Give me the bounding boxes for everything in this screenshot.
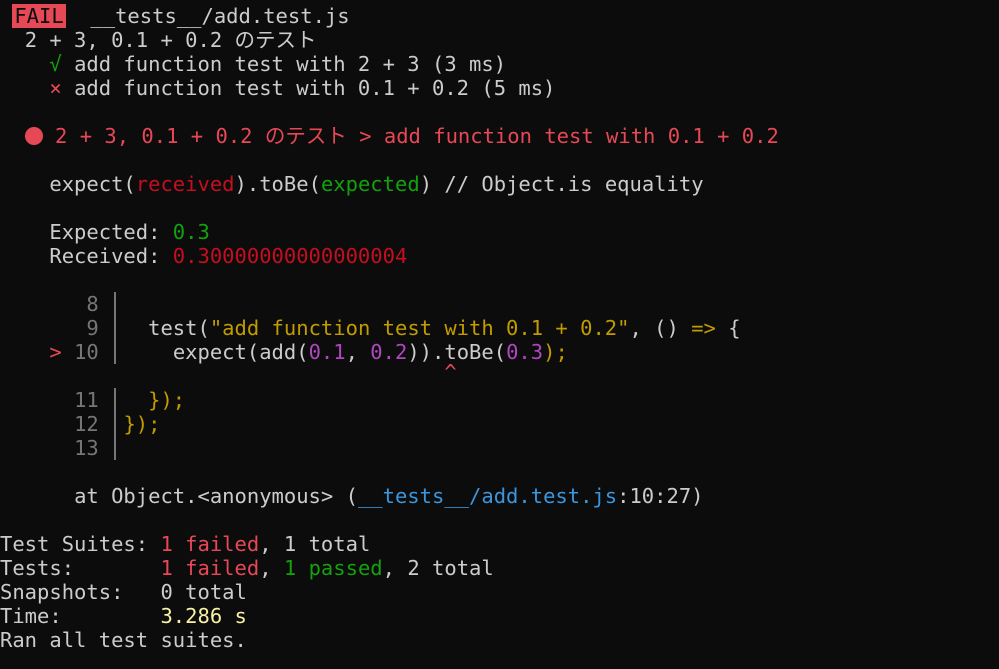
suite-name-line: 2 + 3, 0.1 + 0.2 のテスト <box>0 28 317 52</box>
summary-label: Tests: <box>0 556 161 580</box>
tests-passed: 1 passed <box>283 556 383 580</box>
summary-time: Time: 3.286 s <box>0 604 247 628</box>
code-line: 12 }); <box>0 412 160 436</box>
suites-failed: 1 failed <box>160 532 260 556</box>
expected-label: Expected: <box>49 220 173 244</box>
matcher-hint: expect(received).toBe(expected) // Objec… <box>0 172 704 196</box>
expected-value: 0.3 <box>172 220 210 244</box>
line-number: 11 <box>74 388 99 412</box>
code-line: 9 test("add function test with 0.1 + 0.2… <box>0 316 741 340</box>
code-number: 0.3 <box>506 340 544 364</box>
tests-failed: 1 failed <box>160 556 260 580</box>
time-value: 3.286 s <box>160 604 247 628</box>
summary-label: Snapshots: <box>0 580 161 604</box>
code-token: ); <box>543 340 568 364</box>
line-number: 9 <box>86 316 99 340</box>
check-icon: √ <box>49 52 62 76</box>
error-caret: ^ <box>0 360 457 384</box>
line-number: 13 <box>74 436 99 460</box>
failure-title: 2 + 3, 0.1 + 0.2 のテスト > add function tes… <box>55 124 779 148</box>
code-line: 11 }); <box>0 388 185 412</box>
matcher-suffix: ) // Object.is equality <box>419 172 704 196</box>
suite-name: 2 + 3, 0.1 + 0.2 のテスト <box>24 28 317 52</box>
expected-line: Expected: 0.3 <box>0 220 210 244</box>
code-token: }); <box>148 388 186 412</box>
result-header: FAIL __tests__/add.test.js <box>0 4 350 28</box>
tests-separator: , <box>259 556 284 580</box>
received-value: 0.30000000000000004 <box>172 244 408 268</box>
summary-label: Test Suites: <box>0 532 161 556</box>
code-token: }); <box>123 412 161 436</box>
test-name: add function test with 0.1 + 0.2 (5 ms) <box>74 76 556 100</box>
cross-icon: × <box>49 76 62 100</box>
test-item-failed: × add function test with 0.1 + 0.2 (5 ms… <box>0 76 555 100</box>
snapshots-value: 0 total <box>160 580 247 604</box>
code-line: 13 <box>0 436 99 460</box>
code-string: "add function test with 0.1 + 0.2" <box>209 316 630 340</box>
code-token: test( <box>148 316 210 340</box>
line-number: 12 <box>74 412 99 436</box>
failure-dot-icon <box>24 127 43 145</box>
test-file-path: __tests__/add.test.js <box>90 4 350 28</box>
code-token: { <box>715 316 741 340</box>
test-item-passed: √ add function test with 2 + 3 (3 ms) <box>0 52 506 76</box>
line-number: 8 <box>86 292 99 316</box>
caret-icon: ^ <box>444 360 457 384</box>
summary-suites: Test Suites: 1 failed, 1 total <box>0 532 370 556</box>
failure-title-line: 2 + 3, 0.1 + 0.2 のテスト > add function tes… <box>0 124 779 148</box>
received-line: Received: 0.30000000000000004 <box>0 244 407 268</box>
suites-total: , 1 total <box>259 532 371 556</box>
fail-badge: FAIL <box>12 4 66 28</box>
stack-prefix: at Object.<anonymous> ( <box>74 484 358 508</box>
matcher-prefix: expect( <box>49 172 136 196</box>
code-line: 8 <box>0 292 99 316</box>
stack-location: :10:27) <box>617 484 704 508</box>
code-arrow: => <box>691 316 716 340</box>
matcher-middle: ).toBe( <box>234 172 321 196</box>
summary-tests: Tests: 1 failed, 1 passed, 2 total <box>0 556 494 580</box>
received-label: Received: <box>49 244 173 268</box>
stack-trace-line: at Object.<anonymous> (__tests__/add.tes… <box>0 484 704 508</box>
summary-snapshots: Snapshots: 0 total <box>0 580 247 604</box>
matcher-received: received <box>135 172 235 196</box>
stack-file-link[interactable]: __tests__/add.test.js <box>358 484 617 508</box>
summary-label: Time: <box>0 604 161 628</box>
tests-total: , 2 total <box>382 556 494 580</box>
code-token: , () <box>629 316 692 340</box>
test-name: add function test with 2 + 3 (3 ms) <box>74 52 507 76</box>
matcher-expected: expected <box>320 172 420 196</box>
summary-ran: Ran all test suites. <box>0 628 247 652</box>
